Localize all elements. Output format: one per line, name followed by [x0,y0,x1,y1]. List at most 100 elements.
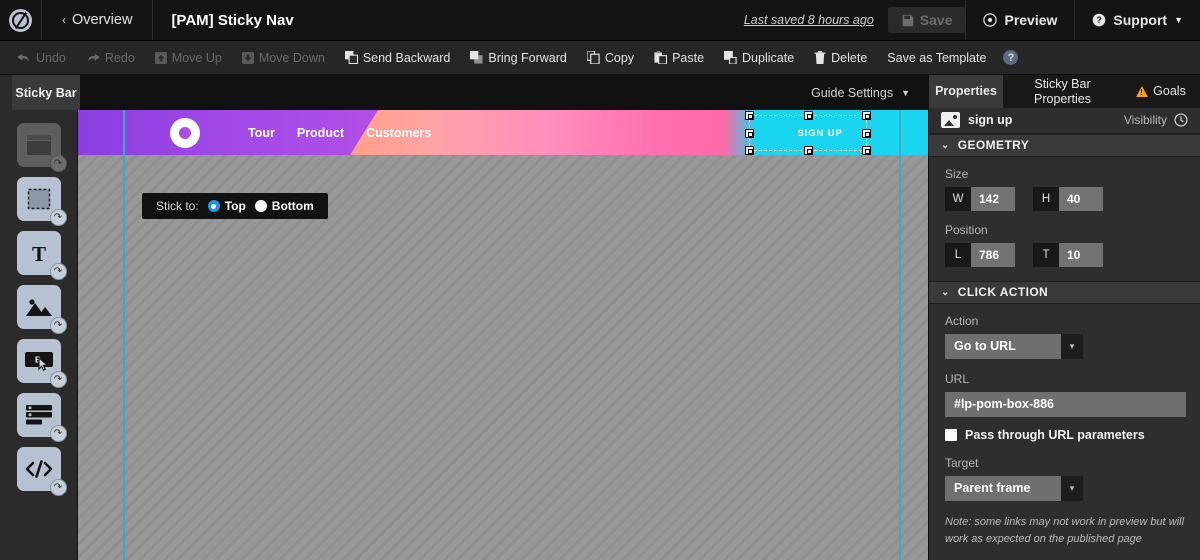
copy-button[interactable]: Copy [578,47,643,69]
tab-goals-label: Goals [1153,84,1186,99]
resize-handle-nw[interactable] [745,111,754,120]
top-field[interactable]: T 10 [1033,242,1103,267]
chevron-down-icon: ▾ [1061,475,1083,501]
duplicate-button[interactable]: Duplicate [715,47,803,69]
width-tag: W [945,186,971,211]
ring-logo-icon[interactable] [170,117,200,148]
resize-handle-se[interactable] [862,146,871,155]
pass-through-label: Pass through URL parameters [965,427,1145,442]
resize-handle-e[interactable] [862,129,871,138]
top-value[interactable]: 10 [1059,242,1103,267]
visibility-label: Visibility [1123,113,1167,128]
stick-to-option-top[interactable]: Top [207,199,246,213]
nav-link-tour[interactable]: Tour [248,126,275,140]
guide-settings-button[interactable]: Guide Settings ▼ [811,86,910,100]
left-value[interactable]: 786 [971,242,1015,267]
move-up-button[interactable]: Move Up [146,47,231,69]
url-input[interactable]: #lp-pom-box-886 [945,391,1186,417]
button-icon: B [24,352,53,371]
svg-text:T: T [31,242,45,264]
tab-sticky-bar-properties[interactable]: Sticky Bar Properties [1003,75,1122,108]
guide-line-right[interactable] [899,110,901,560]
width-field[interactable]: W 142 [945,186,1015,211]
bring-forward-label: Bring Forward [488,50,567,65]
save-as-template-button[interactable]: Save as Template [878,47,995,69]
pass-through-url-parameters-checkbox[interactable]: Pass through URL parameters [945,428,1186,442]
nav-link-customers[interactable]: Customers [366,126,431,140]
text-tool[interactable]: T ↷ [16,231,67,280]
action-select-value: Go to URL [945,333,1061,359]
stick-to-popup: Stick to: Top Bottom [142,193,328,219]
preview-button[interactable]: Preview [965,0,1074,40]
support-button[interactable]: ? Support ▼ [1074,0,1200,40]
click-action-section-header[interactable]: ⌄ CLICK ACTION [929,280,1200,304]
section-tool[interactable]: ↷ [16,123,67,172]
nav-link-product[interactable]: Product [297,126,344,140]
paste-icon [654,51,668,64]
page-title: [PAM] Sticky Nav [171,11,294,29]
height-field[interactable]: H 40 [1033,186,1103,211]
question-circle-icon: ? [1092,13,1106,27]
last-saved-link[interactable]: Last saved 8 hours ago [730,0,888,40]
bring-forward-button[interactable]: Bring Forward [461,47,576,69]
move-down-button[interactable]: Move Down [233,47,334,69]
properties-panel: Properties Sticky Bar Properties Goals s… [928,75,1200,560]
chevron-left-icon: ‹ [62,13,66,27]
url-label: URL [945,371,970,386]
svg-text:?: ? [1097,15,1102,25]
send-backward-button[interactable]: Send Backward [336,47,460,69]
position-label: Position [945,222,988,237]
trash-icon [814,51,826,64]
form-tool[interactable]: ↷ [16,393,67,442]
undo-button[interactable]: Undo [8,47,75,69]
canvas-body[interactable]: Tour Product Customers SIGN UP Stick to:… [78,110,928,560]
eye-icon[interactable] [1174,113,1188,128]
resize-handle-n[interactable] [804,111,813,120]
click-action-section-title: CLICK ACTION [957,285,1049,300]
redo-button[interactable]: Redo [77,47,144,69]
save-button[interactable]: Save [887,7,966,33]
target-select[interactable]: Parent frame ▾ [945,475,1083,501]
app-logo-button[interactable] [0,0,42,40]
overview-back-button[interactable]: ‹ Overview [42,0,154,40]
main-area: Sticky Bar ↷ ↷ T ↷ ↷ B ↷ ↷ ↷ Guide Setti… [0,75,1200,560]
eye-target-icon [983,13,998,27]
checkbox-icon [945,428,957,441]
section-icon [26,135,51,155]
resize-handle-w[interactable] [745,129,754,138]
help-icon[interactable]: ? [1003,50,1019,65]
rail-tab-sticky-bar[interactable]: Sticky Bar [12,75,80,110]
canvas-header: Guide Settings ▼ [78,75,928,110]
height-value[interactable]: 40 [1059,186,1103,211]
delete-button[interactable]: Delete [805,47,876,69]
radio-top-label: Top [224,199,246,213]
stick-to-option-bottom[interactable]: Bottom [254,199,314,213]
sticky-bar-nav: Tour Product Customers [248,126,431,140]
left-field[interactable]: L 786 [945,242,1015,267]
send-backward-label: Send Backward [362,50,451,65]
resize-handle-s[interactable] [804,146,813,155]
edit-toolbar: Undo Redo Move Up Move Down Send Backwar… [0,41,1200,75]
selected-element-row: sign up Visibility [929,108,1200,134]
resize-handle-ne[interactable] [862,111,871,120]
undo-label: Undo [36,50,66,65]
position-fields: L 786 T 10 [945,242,1186,267]
guide-line-left[interactable] [123,110,125,560]
custom-html-tool[interactable]: ↷ [16,447,67,496]
box-tool[interactable]: ↷ [16,177,67,226]
preview-label: Preview [1004,12,1058,28]
sticky-bar-element[interactable]: Tour Product Customers SIGN UP [78,110,928,155]
tool-badge-icon: ↷ [49,155,67,172]
button-tool[interactable]: B ↷ [16,339,67,388]
width-value[interactable]: 142 [971,186,1015,211]
height-tag: H [1033,186,1059,211]
action-select[interactable]: Go to URL ▾ [945,333,1083,359]
resize-handle-sw[interactable] [745,146,754,155]
tab-properties[interactable]: Properties [929,75,1003,109]
geometry-section-header[interactable]: ⌄ GEOMETRY [929,133,1200,157]
tab-goals[interactable]: Goals [1122,75,1200,108]
size-label: Size [945,166,969,181]
paste-button[interactable]: Paste [645,47,713,69]
image-tool[interactable]: ↷ [16,285,67,334]
radio-bottom-label: Bottom [271,199,314,213]
